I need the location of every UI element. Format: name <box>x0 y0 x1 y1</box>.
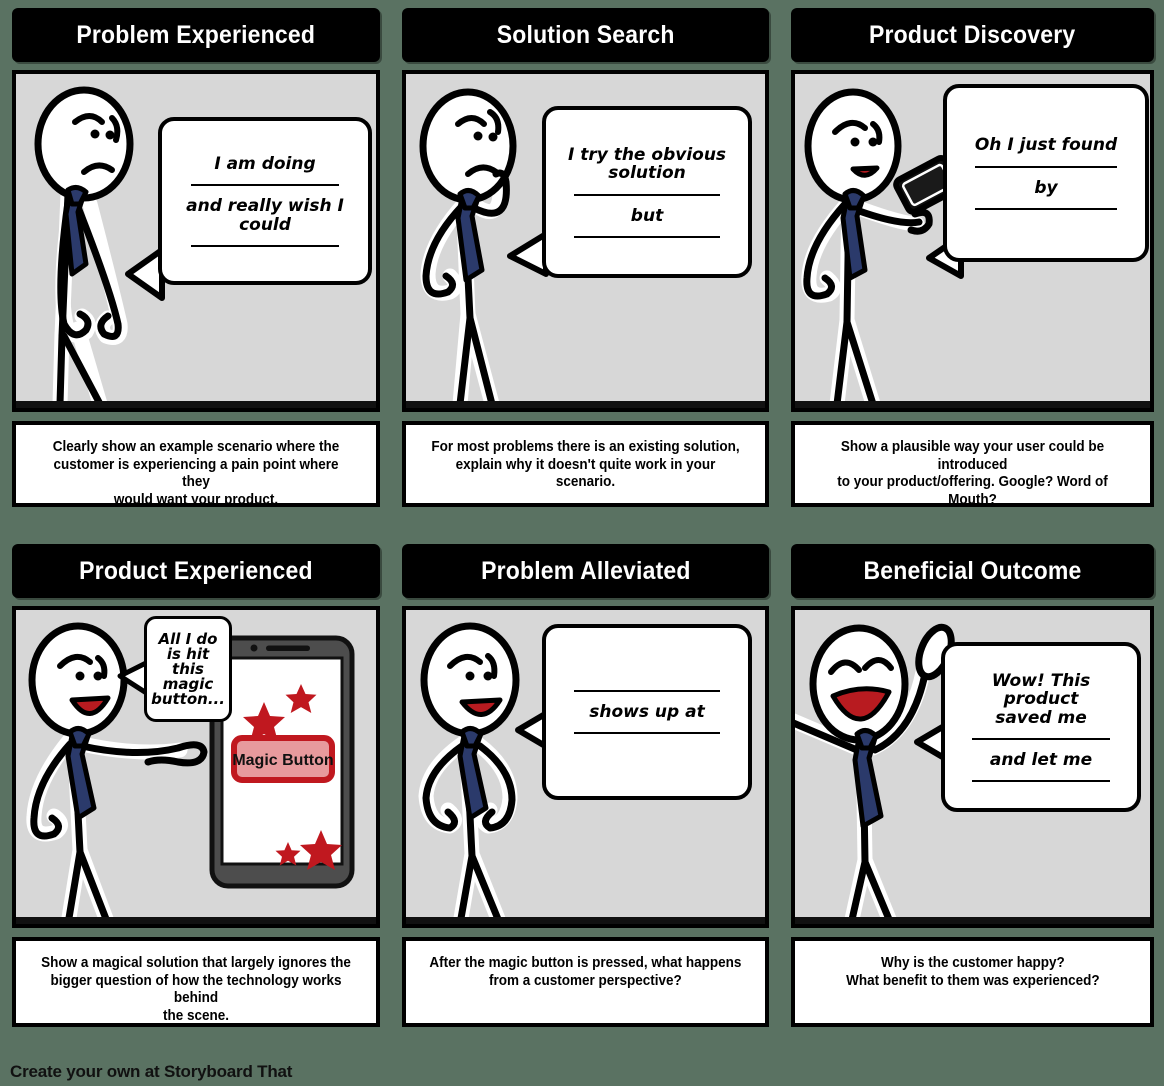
caption-text: Show a plausible way your user could be … <box>837 438 1108 509</box>
panel-title-bar: Product Discovery <box>791 8 1154 62</box>
ground-line <box>795 401 1150 408</box>
panel-title-bar: Problem Experienced <box>12 8 380 62</box>
bubble-line-1: shows up at <box>589 701 705 722</box>
panel-product-discovery[interactable]: Product Discovery Oh I just found by Sho… <box>779 0 1164 536</box>
panel-caption: Why is the customer happy? What benefit … <box>791 937 1154 1027</box>
speech-tail <box>125 247 165 301</box>
panel-grid: Problem Experienced I am doing and reall… <box>0 0 1164 1052</box>
panel-scene: Oh I just found by <box>791 70 1154 412</box>
caption-text: For most problems there is an existing s… <box>431 438 740 491</box>
thinking-figure <box>419 88 517 408</box>
panel-scene: I am doing and really wish I could <box>12 70 380 412</box>
panel-title: Product Discovery <box>869 20 1076 49</box>
speech-bubble: I try the obvious solution but <box>542 106 752 278</box>
ground-line <box>16 401 376 408</box>
fill-in-blank <box>574 732 720 735</box>
figure-with-phone <box>801 88 962 408</box>
panel-scene: Magic Button All I do is hit this magic … <box>12 606 380 928</box>
speech-bubble: shows up at <box>542 624 752 800</box>
panel-scene: shows up at <box>402 606 769 928</box>
magic-button-label: Magic Button <box>232 752 333 769</box>
bubble-line-1: Oh I just found <box>974 135 1118 156</box>
fill-in-blank <box>971 737 1111 740</box>
panel-caption: Show a plausible way your user could be … <box>791 421 1154 509</box>
hands-on-hips-figure <box>418 622 520 924</box>
caption-text: After the magic button is pressed, what … <box>429 954 742 989</box>
panel-caption: For most problems there is an existing s… <box>402 421 769 507</box>
panel-caption: Clearly show an example scenario where t… <box>12 421 380 509</box>
panel-title-bar: Product Experienced <box>12 544 380 598</box>
ground-line <box>406 917 765 924</box>
panel-title-bar: Problem Alleviated <box>402 544 769 598</box>
panel-caption: After the magic button is pressed, what … <box>402 937 769 1027</box>
panel-title: Problem Alleviated <box>480 556 691 585</box>
panel-product-experienced[interactable]: Product Experienced Magic Button All I d… <box>0 536 390 1052</box>
panel-caption: Show a magical solution that largely ign… <box>12 937 380 1027</box>
panel-problem-alleviated[interactable]: Problem Alleviated shows up at After the… <box>390 536 779 1052</box>
storyboard: Problem Experienced I am doing and reall… <box>0 0 1164 1086</box>
caption-text: Show a magical solution that largely ign… <box>41 954 351 1025</box>
celebrating-figure <box>795 623 955 924</box>
ground-line <box>406 401 765 408</box>
bubble-line-1: Wow! This product saved me <box>991 670 1091 728</box>
ground-line <box>795 917 1150 924</box>
panel-problem-experienced[interactable]: Problem Experienced I am doing and reall… <box>0 0 390 536</box>
panel-scene: I try the obvious solution but <box>402 70 769 412</box>
fill-in-blank <box>971 780 1111 783</box>
panel-title: Beneficial Outcome <box>863 556 1082 585</box>
bubble-line-2: and really wish I could <box>186 196 344 235</box>
footer-attribution: Create your own at Storyboard That <box>10 1062 293 1081</box>
fill-in-blank <box>574 236 720 239</box>
caption-text: Clearly show an example scenario where t… <box>52 438 340 509</box>
fill-in-blank <box>190 184 340 187</box>
speech-bubble: Oh I just found by <box>943 84 1149 262</box>
bubble-line-1: I am doing <box>214 153 316 174</box>
panel-solution-search[interactable]: Solution Search I try the obvious soluti… <box>390 0 779 536</box>
bubble-line-1: I try the obvious solution <box>567 144 727 184</box>
speech-bubble: I am doing and really wish I could <box>158 117 372 285</box>
fill-in-blank <box>974 165 1118 168</box>
fill-in-blank <box>574 193 720 196</box>
panel-title: Problem Experienced <box>76 20 316 49</box>
bubble-line-2: and let me <box>989 749 1093 770</box>
speech-tail <box>507 231 549 277</box>
panel-scene: Wow! This product saved me and let me <box>791 606 1154 928</box>
bubble-line-2: but <box>630 205 664 226</box>
speech-bubble: Wow! This product saved me and let me <box>941 642 1141 812</box>
speech-bubble: All I do is hit this magic button... <box>144 616 232 722</box>
caption-text: Why is the customer happy? What benefit … <box>845 954 1100 989</box>
panel-title-bar: Solution Search <box>402 8 769 62</box>
panel-title: Solution Search <box>496 20 675 49</box>
fill-in-blank <box>574 689 720 692</box>
panel-title: Product Experienced <box>79 556 313 585</box>
bubble-line-2: by <box>1034 177 1058 198</box>
panel-beneficial-outcome[interactable]: Beneficial Outcome Wow! This product sav… <box>779 536 1164 1052</box>
bubble-line-1: All I do is hit this magic button... <box>151 629 225 708</box>
fill-in-blank <box>974 207 1118 210</box>
phone-device: Magic Button <box>209 635 355 889</box>
sad-slumped-figure <box>34 86 134 408</box>
ground-line <box>16 917 376 924</box>
panel-title-bar: Beneficial Outcome <box>791 544 1154 598</box>
fill-in-blank <box>190 245 340 248</box>
